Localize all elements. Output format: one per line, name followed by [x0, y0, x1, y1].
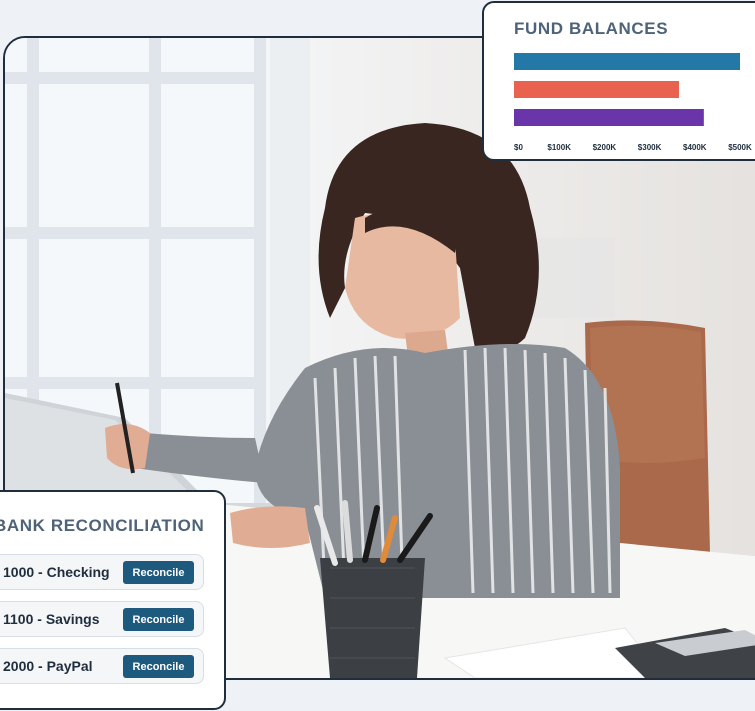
account-row-savings: 1100 - Savings Reconcile — [0, 601, 204, 637]
bank-reconciliation-card: BANK RECONCILIATION 1000 - Checking Reco… — [0, 490, 226, 710]
fund-bar-2 — [514, 81, 679, 98]
x-tick-label: $0 — [514, 143, 523, 152]
fund-bar-1 — [514, 53, 740, 70]
account-row-checking: 1000 - Checking Reconcile — [0, 554, 204, 590]
x-tick-label: $200K — [593, 143, 617, 152]
account-label: 1100 - Savings — [3, 611, 100, 627]
bank-reconciliation-title: BANK RECONCILIATION — [0, 516, 205, 535]
reconcile-button-paypal[interactable]: Reconcile — [123, 655, 194, 678]
account-label: 2000 - PayPal — [3, 658, 93, 674]
x-tick-label: $400K — [683, 143, 707, 152]
fund-balances-card: FUND BALANCES $0 $100K $200K $300K $400K $500… — [482, 1, 755, 161]
x-tick-label: $300K — [638, 143, 662, 152]
x-tick-label: $500K — [728, 143, 752, 152]
fund-bar-3 — [514, 109, 704, 126]
account-label: 1000 - Checking — [3, 564, 110, 580]
reconcile-button-savings[interactable]: Reconcile — [123, 608, 194, 631]
x-tick-label: $100K — [547, 143, 571, 152]
fund-balances-chart: $0 $100K $200K $300K $400K $500K — [514, 53, 752, 152]
reconcile-button-checking[interactable]: Reconcile — [123, 561, 194, 584]
account-row-paypal: 2000 - PayPal Reconcile — [0, 648, 204, 684]
